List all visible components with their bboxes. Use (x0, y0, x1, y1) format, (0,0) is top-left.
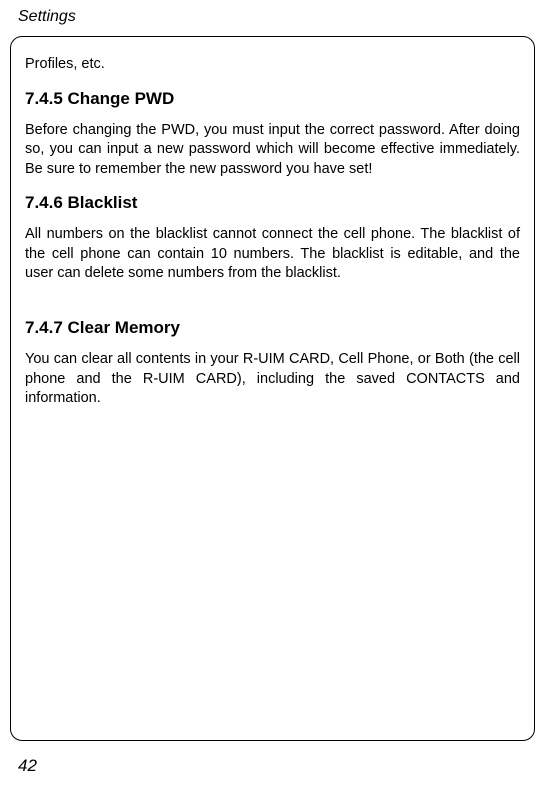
page-number: 42 (18, 756, 37, 776)
content-frame: Profiles, etc. 7.4.5 Change PWD Before c… (10, 36, 535, 741)
page-header: Settings (0, 0, 545, 26)
section-heading-clear-memory: 7.4.7 Clear Memory (25, 318, 520, 338)
section-heading-blacklist: 7.4.6 Blacklist (25, 193, 520, 213)
section-heading-change-pwd: 7.4.5 Change PWD (25, 89, 520, 109)
section-body-clear-memory: You can clear all contents in your R-UIM… (25, 350, 520, 409)
intro-fragment-text: Profiles, etc. (25, 55, 520, 75)
section-spacer (25, 298, 520, 316)
section-body-change-pwd: Before changing the PWD, you must input … (25, 121, 520, 180)
section-body-blacklist: All numbers on the blacklist cannot conn… (25, 225, 520, 284)
